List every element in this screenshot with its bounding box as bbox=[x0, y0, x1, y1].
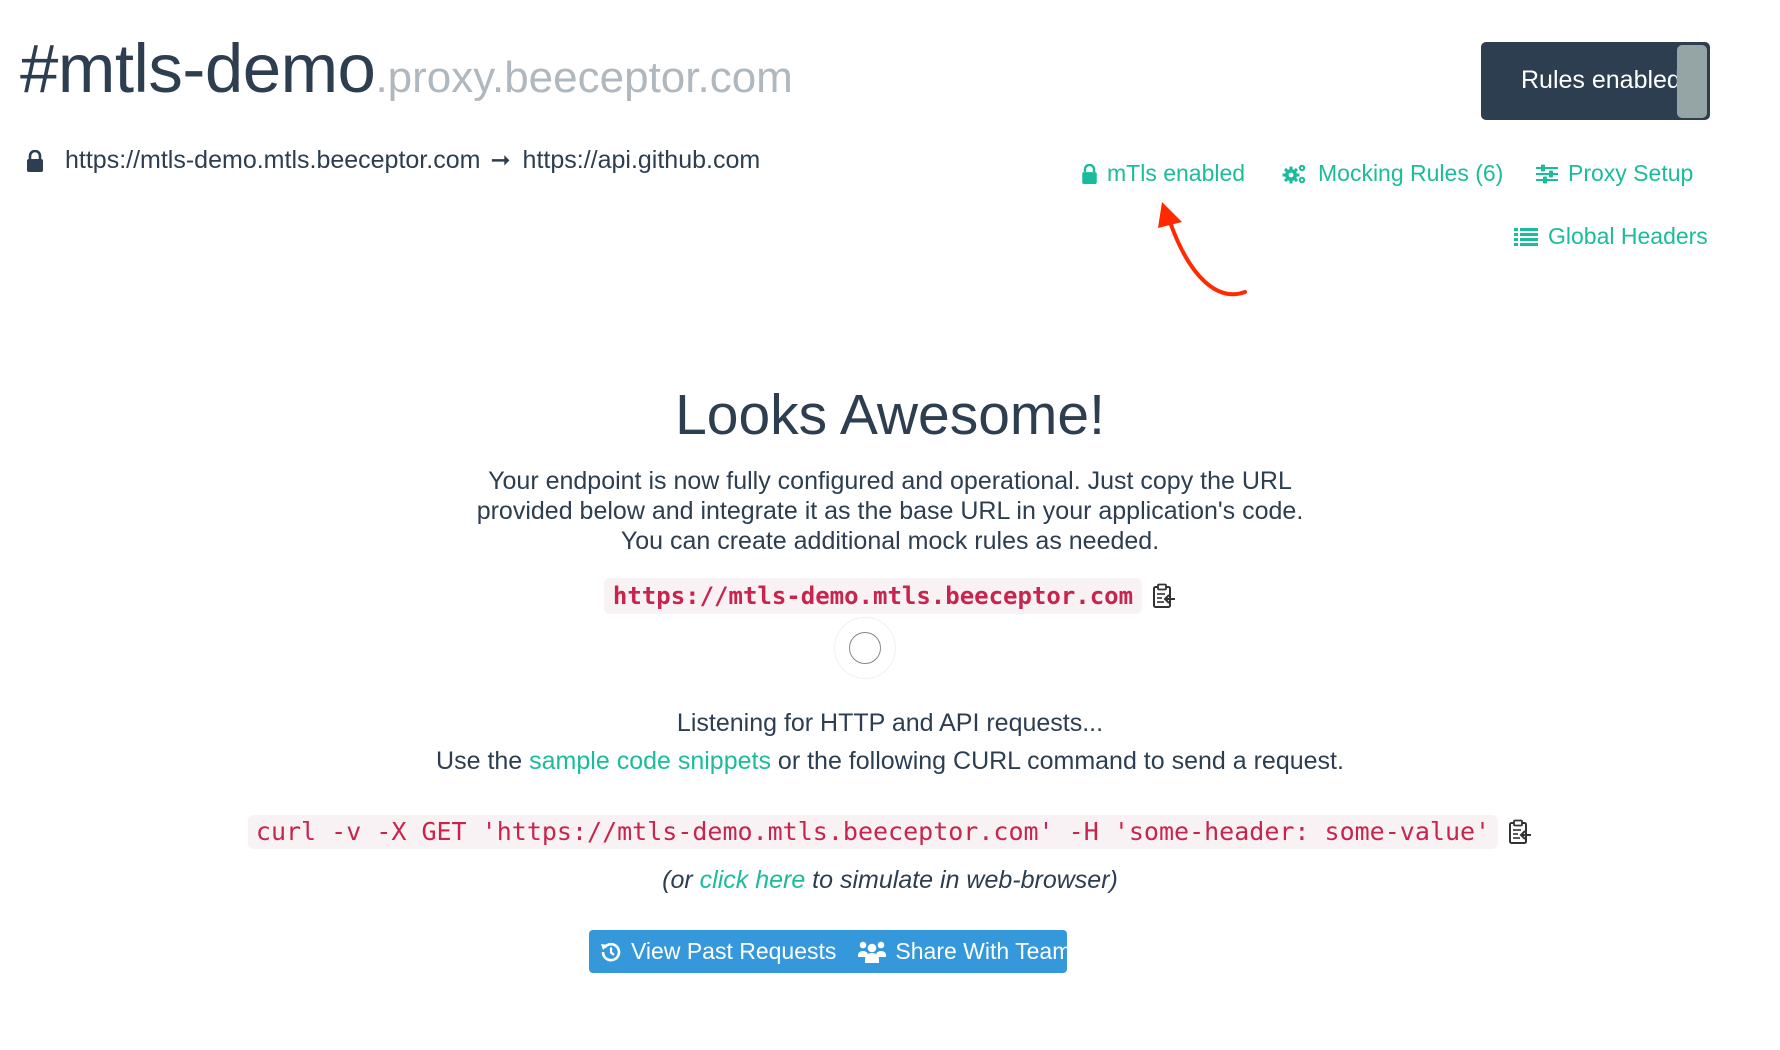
sample-code-snippets-link[interactable]: sample code snippets bbox=[529, 747, 771, 775]
target-url: https://api.github.com bbox=[522, 146, 761, 174]
instruction-text: Use the sample code snippets or the foll… bbox=[0, 742, 1780, 780]
endpoint-url[interactable]: https://mtls-demo.mtls.beeceptor.com bbox=[603, 578, 1143, 614]
mocking-rules-link[interactable]: Mocking Rules (6) bbox=[1282, 160, 1503, 187]
share-with-teammates-button[interactable]: Share With Teammates bbox=[847, 930, 1145, 973]
curl-command[interactable]: curl -v -X GET 'https://mtls-demo.mtls.b… bbox=[247, 815, 1499, 849]
action-button-group: View Past Requests Share With Teammates bbox=[589, 930, 1134, 973]
source-url: https://mtls-demo.mtls.beeceptor.com bbox=[65, 146, 481, 174]
global-headers-link[interactable]: Global Headers bbox=[1514, 223, 1708, 250]
listening-text: Listening for HTTP and API requests... bbox=[676, 709, 1104, 737]
proxy-setup-link[interactable]: Proxy Setup bbox=[1536, 160, 1693, 187]
hint-prefix: (or bbox=[662, 866, 700, 894]
toggle-knob[interactable] bbox=[1677, 45, 1707, 118]
copy-clipboard-icon[interactable] bbox=[1152, 583, 1176, 609]
rules-toggle-label: Rules enabled bbox=[1521, 66, 1681, 94]
annotation-arrow bbox=[1158, 202, 1247, 297]
gears-icon bbox=[1282, 164, 1306, 183]
lock-icon bbox=[1082, 163, 1097, 184]
global-headers-label: Global Headers bbox=[1548, 223, 1708, 249]
instruction-suffix: or the following CURL command to send a … bbox=[770, 747, 1344, 775]
sliders-icon bbox=[1536, 164, 1558, 183]
browser-hint: (or click here to simulate in web-browse… bbox=[0, 866, 1780, 895]
view-past-requests-label: View Past Requests bbox=[631, 938, 837, 964]
endpoint-url-row: https://mtls-demo.mtls.beeceptor.com bbox=[0, 578, 1780, 614]
success-heading: Looks Awesome! bbox=[675, 383, 1105, 447]
click-here-link[interactable]: click here bbox=[700, 866, 806, 894]
endpoint-name: #mtls-demo bbox=[20, 30, 376, 107]
spinner-ring bbox=[849, 632, 881, 664]
mocking-rules-label: Mocking Rules (6) bbox=[1318, 160, 1504, 186]
instruction-prefix: Use the bbox=[436, 747, 530, 775]
success-description: Your endpoint is now fully configured an… bbox=[476, 467, 1304, 555]
history-icon bbox=[601, 942, 621, 961]
hint-suffix: to simulate in web-browser) bbox=[805, 866, 1118, 894]
view-past-requests-button[interactable]: View Past Requests bbox=[589, 930, 847, 973]
listening-status: Listening for HTTP and API requests... U… bbox=[0, 704, 1780, 780]
mtls-enabled-link[interactable]: mTls enabled bbox=[1082, 160, 1245, 187]
proxy-setup-label: Proxy Setup bbox=[1568, 160, 1694, 186]
curl-command-row: curl -v -X GET 'https://mtls-demo.mtls.b… bbox=[0, 815, 1780, 849]
arrow-right-icon: ➞ bbox=[490, 147, 511, 174]
endpoint-domain: .proxy.beeceptor.com bbox=[375, 53, 793, 102]
share-with-teammates-label: Share With Teammates bbox=[895, 938, 1135, 964]
list-icon bbox=[1514, 227, 1538, 246]
users-icon bbox=[858, 941, 887, 963]
mtls-label: mTls enabled bbox=[1107, 160, 1246, 186]
copy-clipboard-icon[interactable] bbox=[1508, 819, 1532, 845]
endpoint-title: #mtls-demo.proxy.beeceptor.com bbox=[20, 34, 793, 103]
lock-icon bbox=[27, 149, 43, 172]
rules-enabled-toggle[interactable]: Rules enabled bbox=[1481, 42, 1710, 120]
proxy-route: https://mtls-demo.mtls.beeceptor.com ➞ h… bbox=[27, 146, 760, 175]
loading-spinner bbox=[834, 617, 896, 679]
